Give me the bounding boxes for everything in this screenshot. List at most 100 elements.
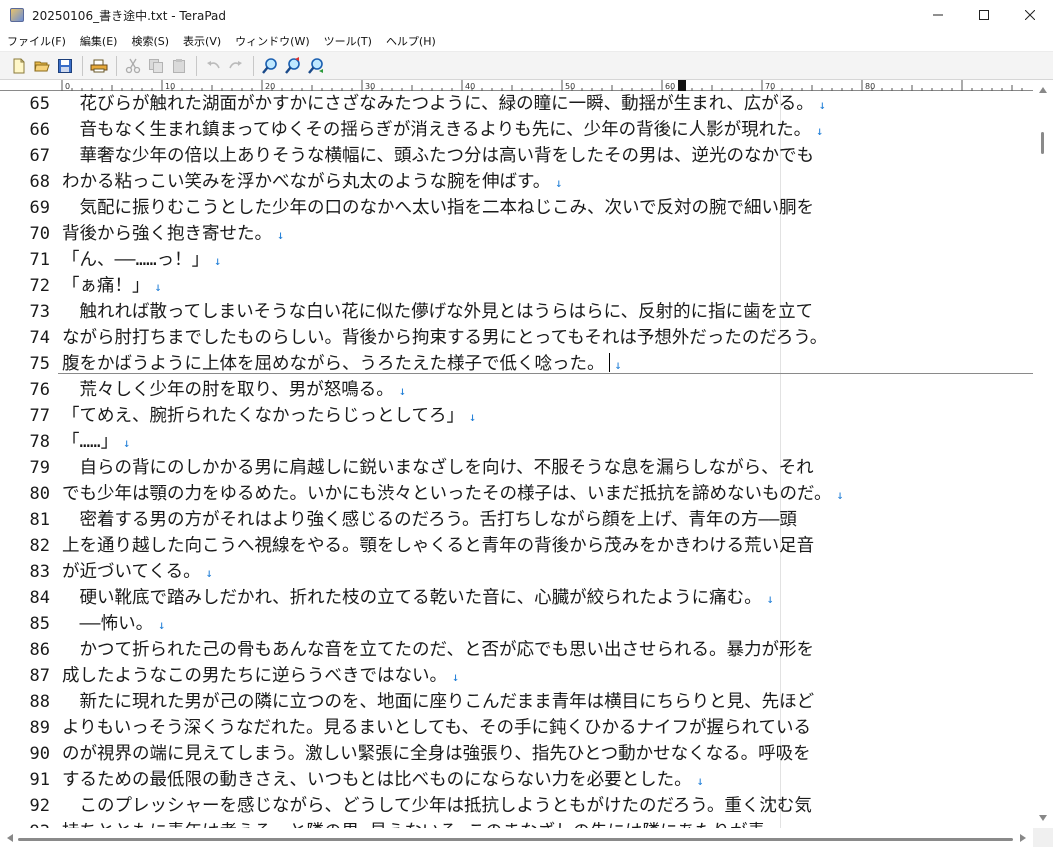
menu-search[interactable]: 検索(S)	[124, 33, 176, 49]
window-title: 20250106_書き途中.txt - TeraPad	[32, 8, 226, 23]
text-line[interactable]: 華奢な少年の倍以上ありそうな横幅に、頭ふたつ分は高い背をしたその男は、逆光のなか…	[62, 143, 814, 169]
text-line[interactable]: 持ちとともに青年は考える。と隣の男…見えないる…このまなざしの先には隣にあたりが…	[62, 819, 765, 828]
line-number: 88	[29, 692, 50, 712]
maximize-button[interactable]	[961, 0, 1007, 30]
line-text: 新たに現れた男が己の隣に立つのを、地面に座りこんだまま青年は横目にちらりと見、先…	[62, 692, 815, 712]
undo-button[interactable]	[202, 55, 224, 77]
newline-mark-icon: ↓	[614, 358, 622, 372]
text-line[interactable]: 成したようなこの男たちに逆らうべきではない。 ↓	[62, 663, 459, 689]
save-button[interactable]	[54, 55, 76, 77]
toolbar-separator	[253, 55, 254, 76]
paste-button[interactable]	[168, 55, 190, 77]
text-line[interactable]: 硬い靴底で踏みしだかれ、折れた枝の立てる乾いた音に、心臓が絞られたように痛む。 ↓	[62, 585, 774, 611]
text-line[interactable]: 腹をかばうように上体を屈めながら、うろたえた様子で低く唸った。 ↓	[62, 351, 622, 377]
search-next-button[interactable]	[305, 55, 327, 77]
column-ruler: 0 10 20 30 40 50 60 70 80	[0, 80, 1033, 91]
scroll-up-button[interactable]	[1033, 82, 1053, 98]
scroll-right-button[interactable]	[1015, 828, 1031, 847]
text-line[interactable]: 花びらが触れた湖面がかすかにさざなみたつように、緑の瞳に一瞬、動揺が生まれ、広が…	[62, 91, 826, 117]
cut-button[interactable]	[122, 55, 144, 77]
text-line[interactable]: 音もなく生まれ鎮まってゆくその揺らぎが消えきるよりも先に、少年の背後に人影が現れ…	[62, 117, 823, 143]
text-line[interactable]: このプレッシャーを感じながら、どうして少年は抵抗しようともがけたのだろう。重く沈…	[62, 793, 812, 819]
text-line[interactable]: ながら肘打ちまでしたものらしい。背後から拘束する男にとってもそれは予想外だったの…	[62, 325, 827, 351]
minimize-button[interactable]	[915, 0, 961, 30]
horizontal-scrollbar[interactable]	[0, 828, 1033, 847]
line-text: かつて折られた己の骨もあんな音を立てたのだ、と否が応でも思い出させられる。暴力が…	[62, 640, 814, 660]
newline-mark-icon: ↓	[766, 592, 774, 606]
menu-tools[interactable]: ツール(T)	[317, 33, 379, 49]
text-line[interactable]: 触れれば散ってしまいそうな白い花に似た儚げな外見とはうらはらに、反射的に指に歯を…	[62, 299, 813, 325]
text-line[interactable]: 「てめえ、腕折られたくなかったらじっとしてろ」 ↓	[62, 403, 476, 429]
line-number: 82	[29, 536, 50, 556]
text-line[interactable]: 気配に振りむこうとした少年の口のなかへ太い指を二本ねじこみ、次いで反対の腕で細い…	[62, 195, 814, 221]
redo-button[interactable]	[225, 55, 247, 77]
text-line[interactable]: わかる粘っこい笑みを浮かべながら丸太のような腕を伸ばす。 ↓	[62, 169, 562, 195]
search-previous-button[interactable]	[282, 55, 304, 77]
text-line[interactable]: かつて折られた己の骨もあんな音を立てたのだ、と否が応でも思い出させられる。暴力が…	[62, 637, 814, 663]
close-button[interactable]	[1007, 0, 1053, 30]
open-folder-icon	[34, 61, 50, 71]
window-controls	[915, 0, 1053, 30]
line-text: このプレッシャーを感じながら、どうして少年は抵抗しようともがけたのだろう。重く沈…	[62, 796, 812, 816]
new-file-button[interactable]	[8, 55, 30, 77]
new-file-icon	[13, 58, 25, 73]
text-line[interactable]: 荒々しく少年の肘を取り、男が怒鳴る。 ↓	[62, 377, 406, 403]
text-line[interactable]: 自らの背にのしかかる男に肩越しに鋭いまなざしを向け、不服そうな息を漏らしながら、…	[62, 455, 813, 481]
line-text: 背後から強く抱き寄せた。	[62, 224, 272, 244]
menu-window[interactable]: ウィンドウ(W)	[228, 33, 316, 49]
text-line[interactable]: 上を通り越した向こうへ視線をやる。顎をしゃくると青年の背後から茂みをかきわける荒…	[62, 533, 814, 559]
menu-help[interactable]: ヘルプ(H)	[379, 33, 443, 49]
scroll-down-button[interactable]	[1033, 810, 1053, 826]
text-editor[interactable]: 花びらが触れた湖面がかすかにさざなみたつように、緑の瞳に一瞬、動揺が生まれ、広が…	[58, 91, 1033, 828]
menu-edit[interactable]: 編集(E)	[73, 33, 125, 49]
vertical-scroll-thumb[interactable]	[1041, 132, 1044, 154]
text-line[interactable]: 新たに現れた男が己の隣に立つのを、地面に座りこんだまま青年は横目にちらりと見、先…	[62, 689, 814, 715]
line-text: 腹をかばうように上体を屈めながら、うろたえた様子で低く唸った。	[62, 354, 605, 374]
copy-button[interactable]	[145, 55, 167, 77]
line-number: 83	[29, 562, 50, 582]
line-number: 85	[29, 614, 50, 634]
newline-mark-icon: ↓	[555, 176, 563, 190]
scroll-left-button[interactable]	[2, 828, 18, 847]
line-number: 80	[29, 484, 50, 504]
newline-mark-icon: ↓	[398, 384, 407, 398]
menu-view[interactable]: 表示(V)	[176, 33, 228, 49]
arrow-left-icon	[7, 833, 13, 842]
line-text: よりもいっそう深くうなだれた。見るまいとしても、その手に鈍くひかるナイフが握られ…	[62, 718, 811, 738]
text-line[interactable]: 「……」 ↓	[62, 429, 130, 455]
text-line[interactable]: ――怖い。 ↓	[62, 611, 165, 637]
text-line[interactable]: でも少年は顎の力をゆるめた。いかにも渋々といったその様子は、いまだ抵抗を諦めない…	[62, 481, 844, 507]
text-line[interactable]: するための最低限の動きさえ、いつもとは比べものにならない力を必要とした。 ↓	[62, 767, 704, 793]
line-text: 「ん、――……っ！」	[62, 250, 210, 270]
newline-mark-icon: ↓	[123, 436, 131, 450]
vertical-scrollbar[interactable]	[1033, 80, 1053, 828]
print-button[interactable]	[88, 55, 110, 77]
text-line[interactable]: 「ん、――……っ！」 ↓	[62, 247, 221, 273]
line-text: 密着する男の方がそれはより強く感じるのだろう。舌打ちしながら顔を上げ、青年の方―…	[62, 510, 797, 530]
newline-mark-icon: ↓	[836, 488, 844, 502]
line-text: のが視界の端に見えてしまう。激しい緊張に全身は強張り、指先ひとつ動かせなくなる。…	[62, 744, 811, 764]
text-line[interactable]: 「ぁ痛！」 ↓	[62, 273, 162, 299]
search-button[interactable]	[259, 55, 281, 77]
text-line[interactable]: が近づいてくる。 ↓	[62, 559, 213, 585]
line-number: 75	[29, 354, 50, 374]
line-text: わかる粘っこい笑みを浮かべながら丸太のような腕を伸ばす。	[62, 172, 551, 192]
line-text: 「ぁ痛！」	[62, 276, 150, 296]
ruler-label: 10	[165, 82, 175, 91]
line-text: 華奢な少年の倍以上ありそうな横幅に、頭ふたつ分は高い背をしたその男は、逆光のなか…	[62, 146, 814, 166]
line-number: 77	[29, 406, 50, 426]
terapad-app-icon[interactable]	[10, 8, 24, 22]
line-number-gutter: 65 66 67 68 69 70 71 72 73 74 75 76 77 78 79 80 81 82 83 84…	[0, 91, 58, 842]
line-number: 67	[29, 146, 50, 166]
horizontal-scroll-thumb[interactable]	[18, 838, 1013, 841]
text-line[interactable]: よりもいっそう深くうなだれた。見るまいとしても、その手に鈍くひかるナイフが握られ…	[62, 715, 811, 741]
scrollbar-corner	[1033, 828, 1053, 847]
newline-mark-icon: ↓	[818, 98, 827, 112]
text-line[interactable]: 背後から強く抱き寄せた。 ↓	[62, 221, 284, 247]
ruler-cursor-marker	[678, 80, 686, 91]
open-folder-button[interactable]	[31, 55, 53, 77]
menu-file[interactable]: ファイル(F)	[0, 33, 73, 49]
text-line[interactable]: 密着する男の方がそれはより強く感じるのだろう。舌打ちしながら顔を上げ、青年の方―…	[62, 507, 797, 533]
text-caret	[608, 353, 610, 372]
text-line[interactable]: のが視界の端に見えてしまう。激しい緊張に全身は強張り、指先ひとつ動かせなくなる。…	[62, 741, 811, 767]
